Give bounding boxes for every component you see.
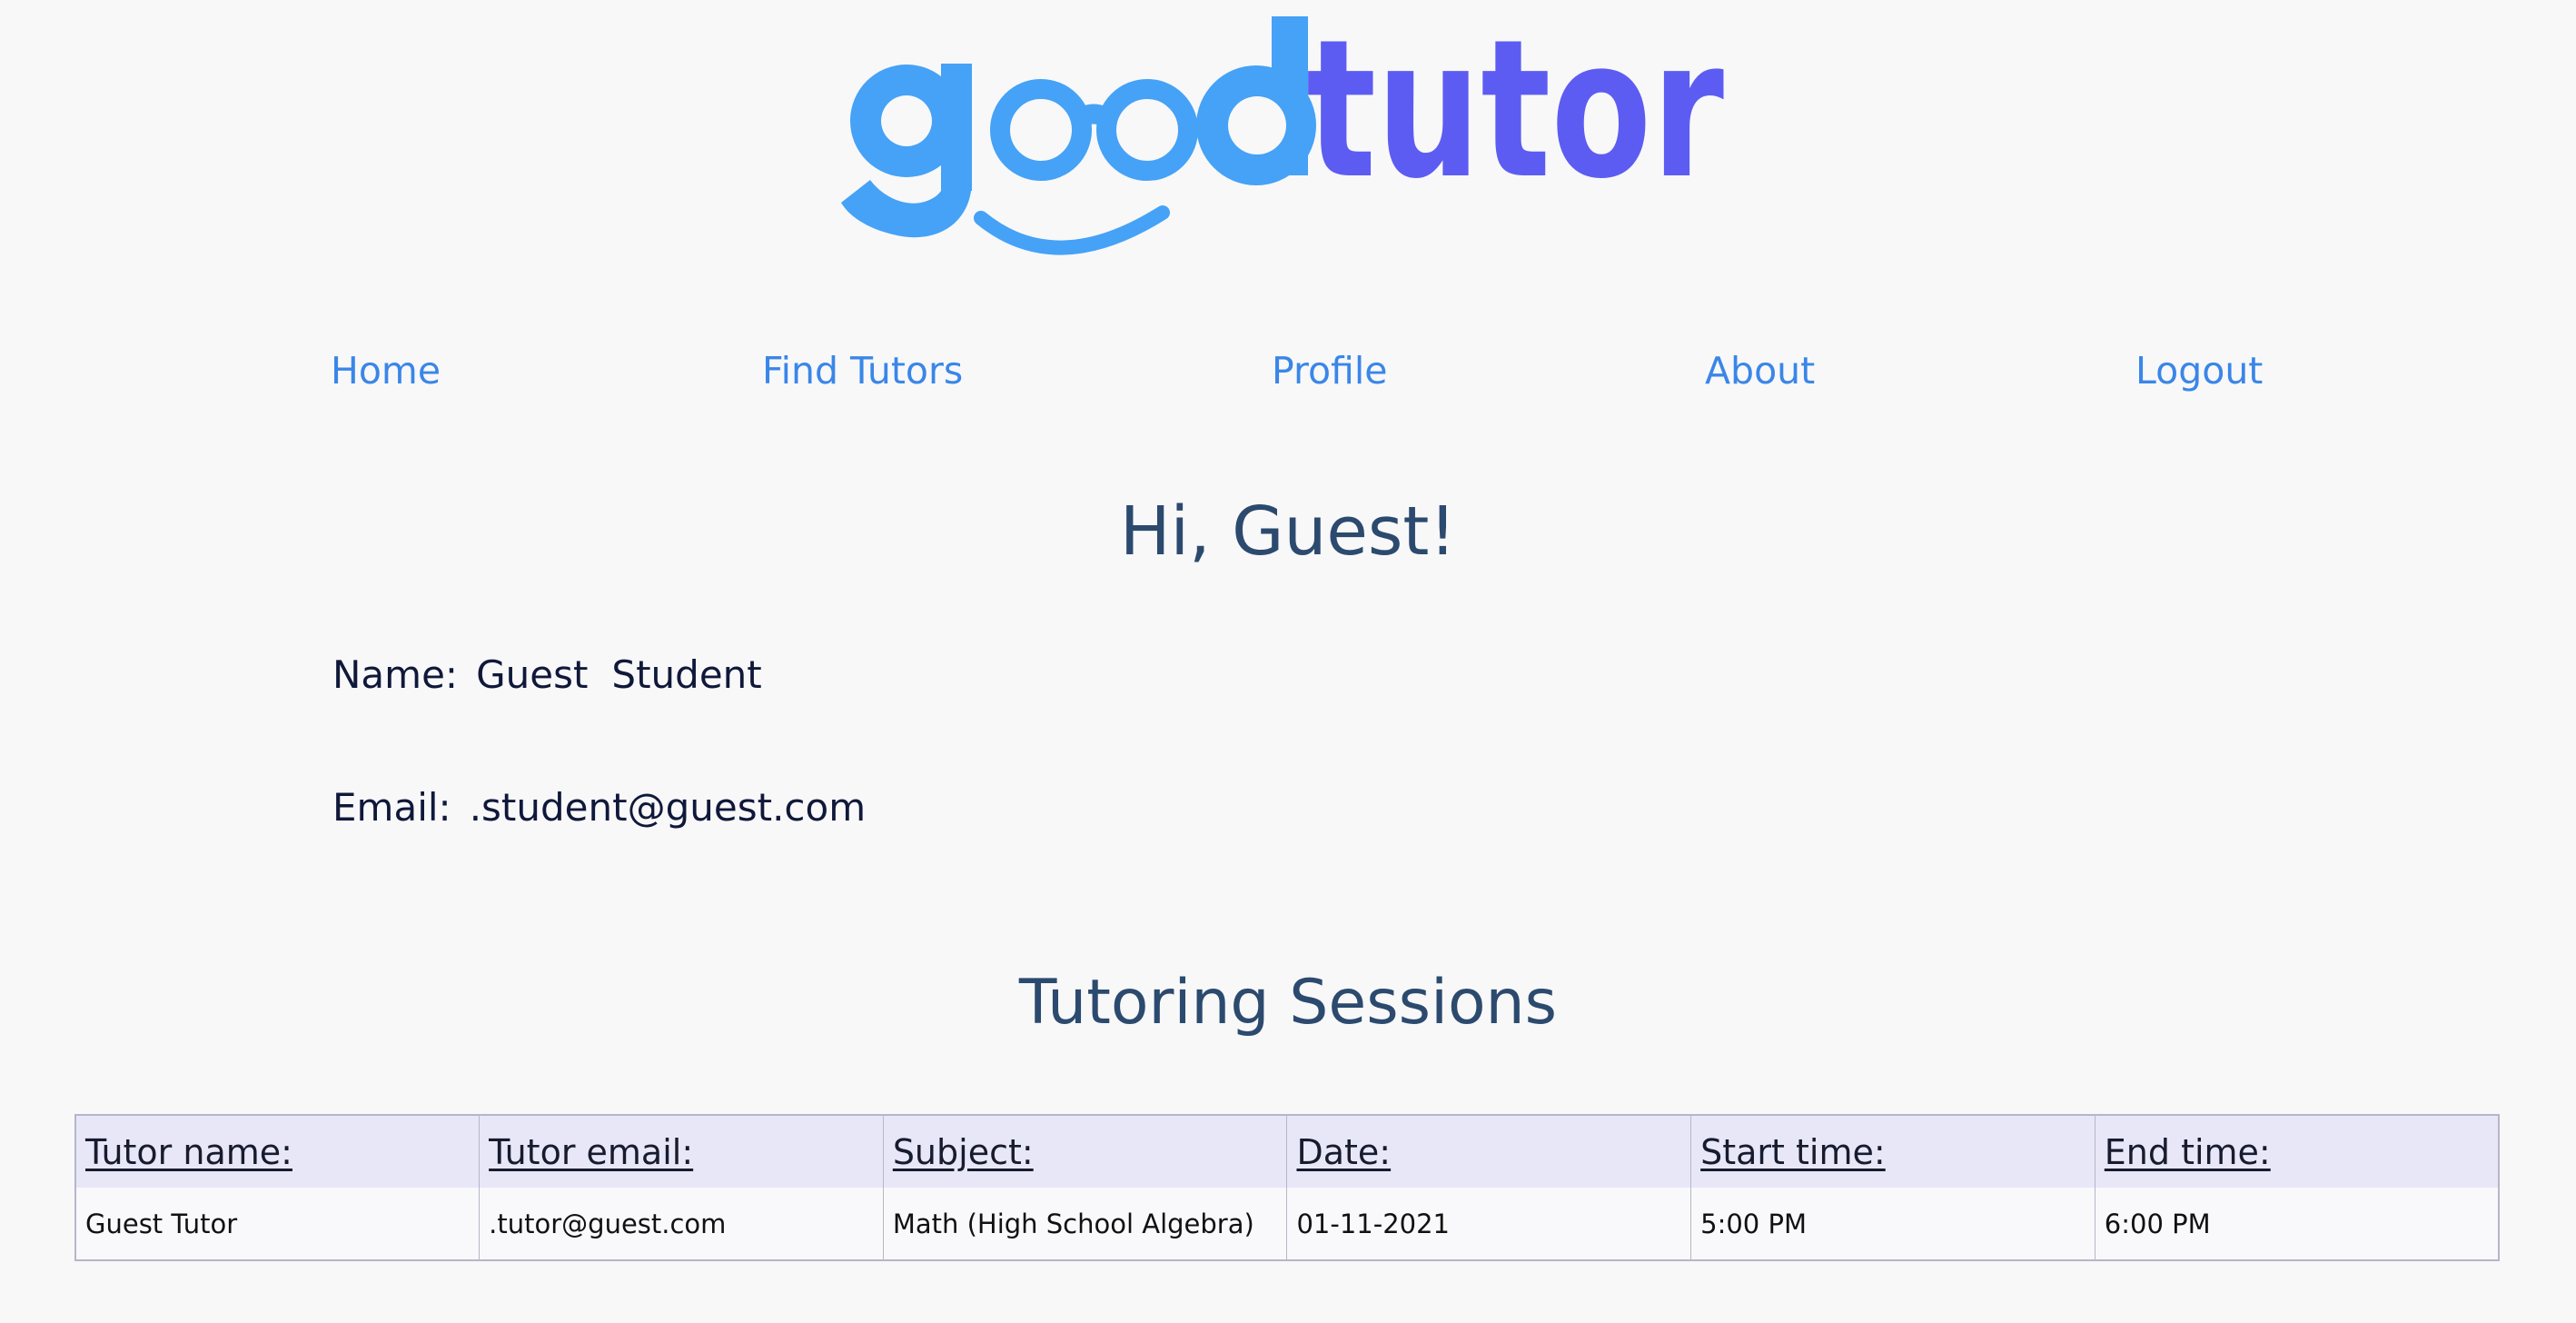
- nav-profile-link[interactable]: Profile: [1272, 349, 1387, 393]
- cell-date: 01-11-2021: [1286, 1188, 1691, 1260]
- cell-tutor-name: Guest Tutor: [85, 1208, 238, 1239]
- table-header-row: Tutor name: Tutor email: Subject: Date: …: [75, 1115, 2499, 1188]
- profile-email-row: Email: .student@guest.com: [332, 785, 866, 830]
- column-header-tutor-name: Tutor name:: [85, 1131, 292, 1172]
- logo-word-tutor: tutor: [1306, 7, 1724, 221]
- cell-start-time: 5:00 PM: [1690, 1188, 2095, 1260]
- logo-glasses: [990, 79, 1198, 181]
- profile-name-row: Name: Guest Student: [332, 652, 762, 697]
- first-name-value: Guest: [476, 652, 589, 697]
- goodtutor-logo-mark: tutor goo d: [841, 7, 1724, 255]
- nav-home-link[interactable]: Home: [331, 349, 441, 393]
- name-label: Name:: [332, 652, 459, 697]
- email-label: Email:: [332, 785, 451, 830]
- column-header-tutor-email: Tutor email:: [479, 1115, 884, 1188]
- email-value: .student@guest.com: [469, 785, 867, 830]
- column-header-date: Date:: [1286, 1115, 1691, 1188]
- sessions-table: Tutor name: Tutor email: Subject: Date: …: [74, 1114, 2500, 1261]
- nav-about-link[interactable]: About: [1705, 349, 1815, 393]
- column-header-start-time: Start time:: [1690, 1115, 2095, 1188]
- nav-find-tutors-link[interactable]: Find Tutors: [762, 349, 963, 393]
- goodtutor-logo[interactable]: tutor goo d: [834, 7, 1742, 271]
- nav-logout-link[interactable]: Logout: [2135, 349, 2263, 393]
- column-header-subject: Subject:: [882, 1115, 1287, 1188]
- logo-letter-g: [841, 64, 972, 238]
- greeting-heading: Hi, Guest!: [1119, 492, 1457, 571]
- table-row: Guest Tutor .tutor@guest.com Math (High …: [75, 1188, 2499, 1260]
- main-nav: Home Find Tutors Profile About Logout: [0, 349, 2576, 403]
- column-header-end-time: End time:: [2094, 1115, 2499, 1188]
- cell-subject: Math (High School Algebra): [882, 1188, 1287, 1260]
- last-name-value: Student: [611, 652, 762, 697]
- cell-tutor-email: .tutor@guest.com: [479, 1188, 884, 1260]
- logo-smile: [974, 205, 1170, 255]
- cell-end-time: 6:00 PM: [2094, 1188, 2499, 1260]
- tutoring-sessions-title: Tutoring Sessions: [1018, 967, 1558, 1039]
